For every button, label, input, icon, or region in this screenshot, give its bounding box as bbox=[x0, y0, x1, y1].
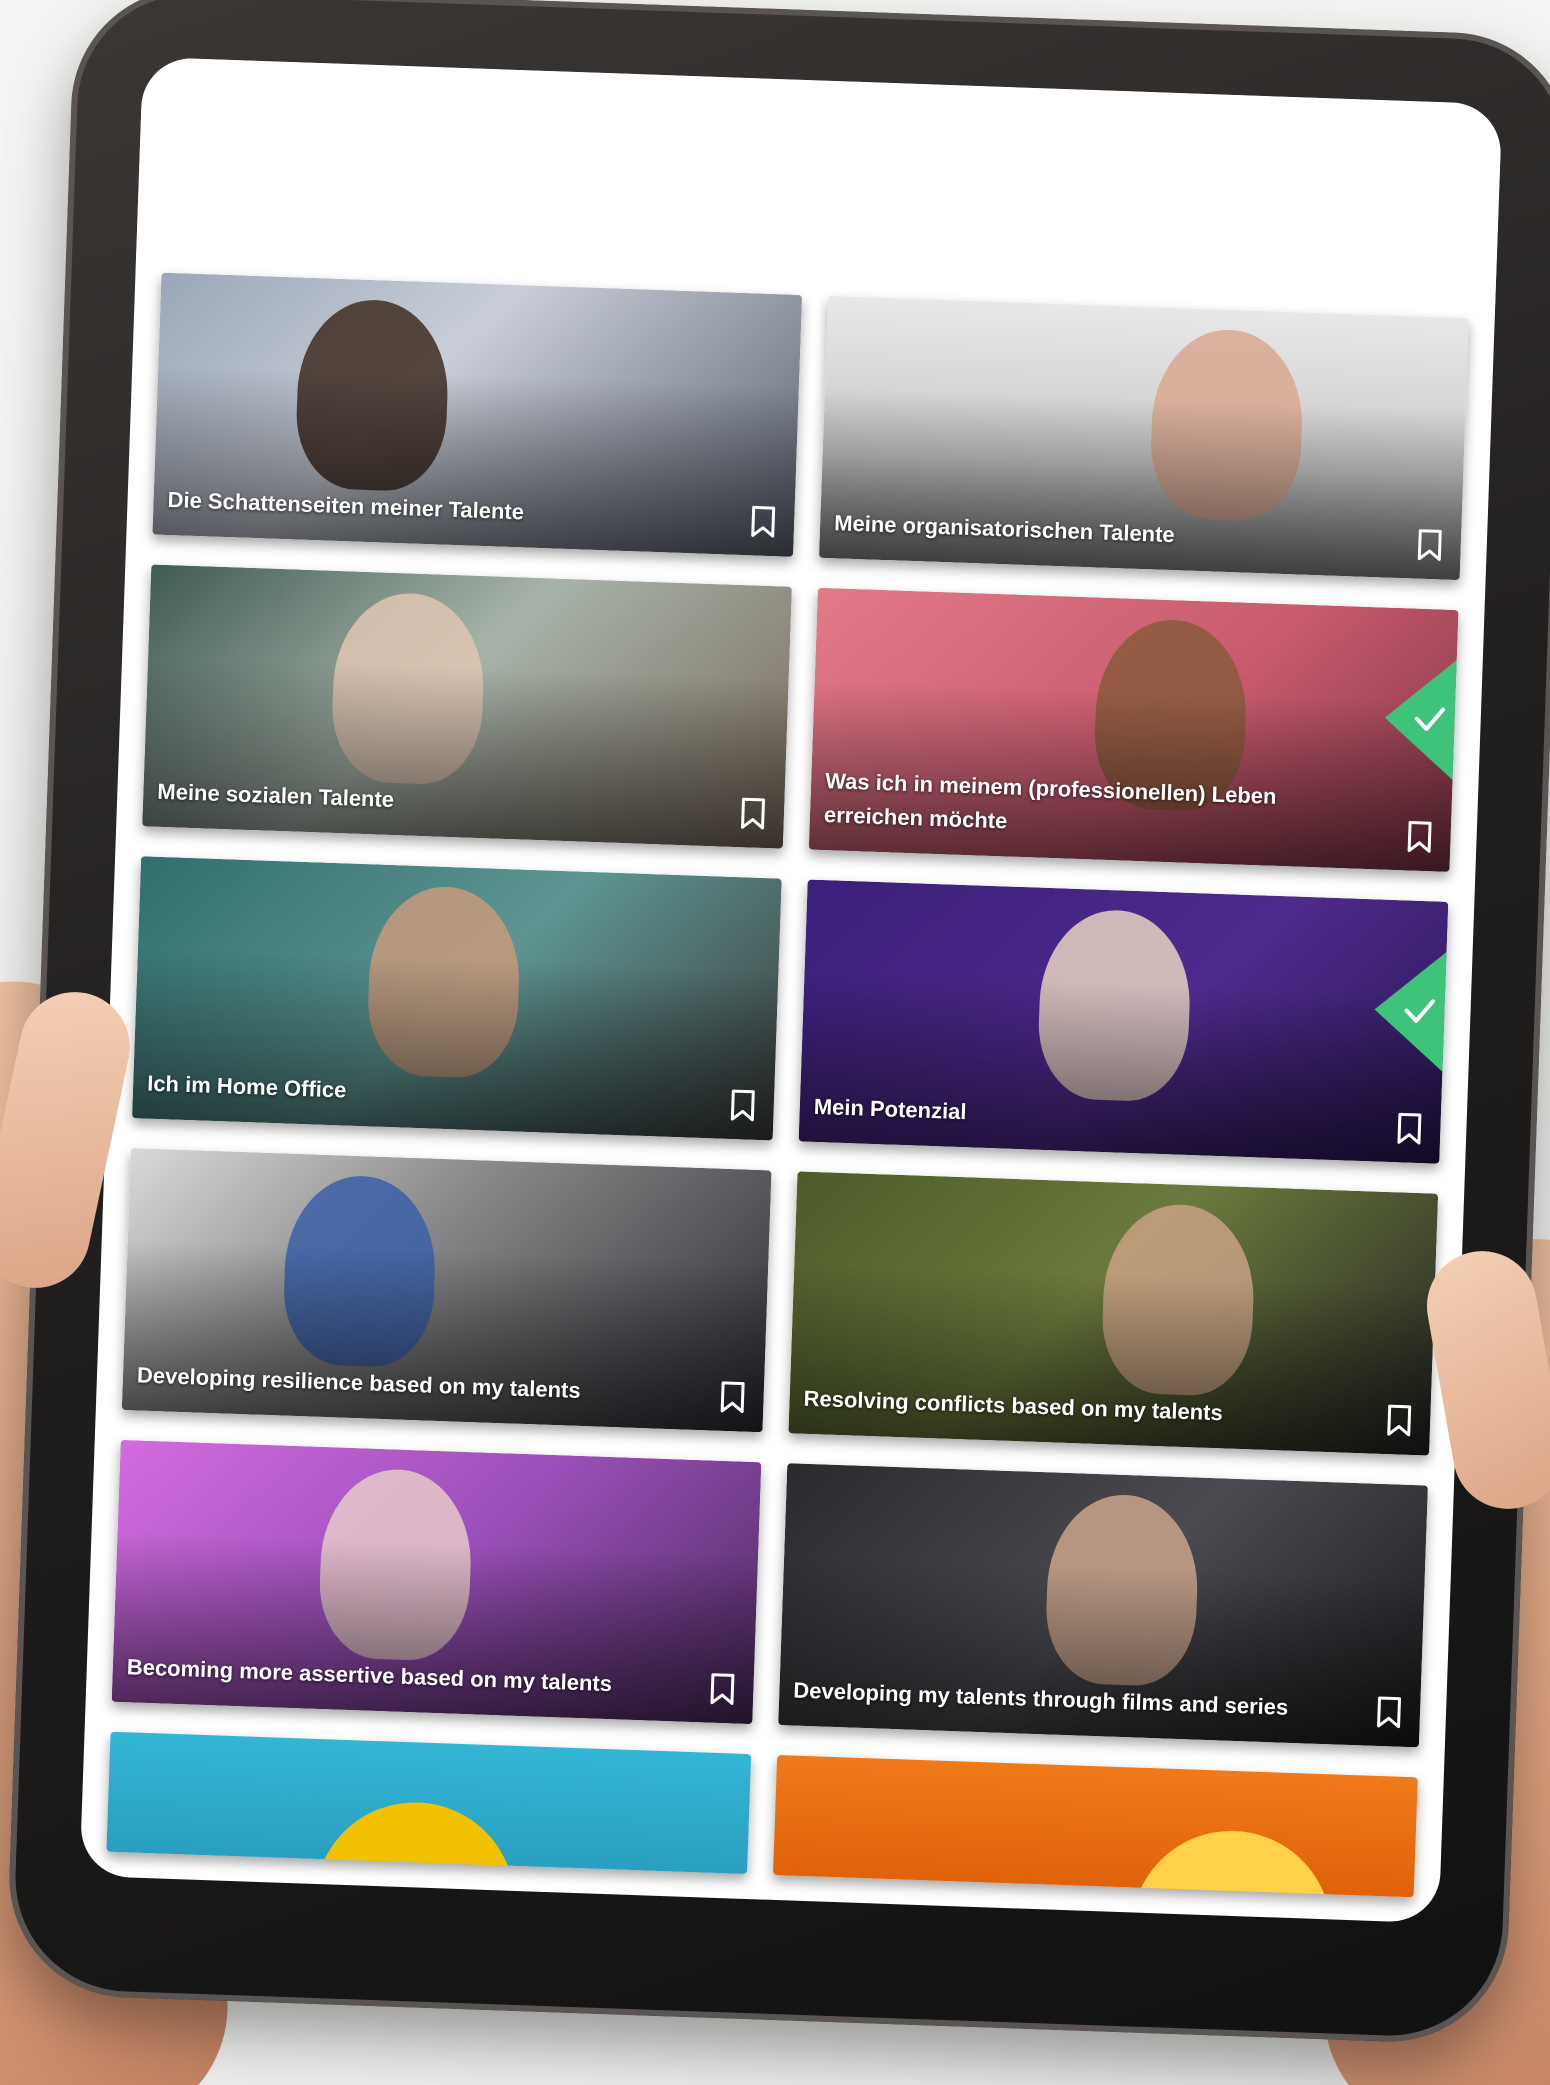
course-card[interactable]: Ich im Home Office bbox=[132, 856, 782, 1141]
bookmark-icon[interactable] bbox=[719, 1381, 746, 1414]
bookmark-icon[interactable] bbox=[739, 797, 766, 830]
bookmark-icon[interactable] bbox=[1386, 1404, 1413, 1437]
course-card[interactable]: Becoming more assertive based on my tale… bbox=[111, 1439, 762, 1725]
course-card-partial-art bbox=[1127, 1827, 1335, 1898]
course-card[interactable]: Developing my talents through films and … bbox=[778, 1463, 1428, 1748]
course-grid-partial bbox=[80, 1731, 1443, 1898]
course-card-partial[interactable] bbox=[106, 1731, 752, 1875]
course-card[interactable]: Die Schattenseiten meiner Talente bbox=[152, 272, 803, 557]
bookmark-icon[interactable] bbox=[1416, 529, 1443, 562]
course-card-partial-art bbox=[311, 1799, 519, 1875]
bookmark-icon[interactable] bbox=[1375, 1696, 1402, 1729]
tablet-screen: Die Schattenseiten meiner Talente Meine o… bbox=[79, 56, 1503, 1924]
bookmark-icon[interactable] bbox=[1406, 820, 1433, 853]
course-card[interactable]: Mein Potenzial bbox=[798, 879, 1449, 1164]
course-grid: Die Schattenseiten meiner Talente Meine o… bbox=[86, 272, 1495, 1749]
check-icon bbox=[1374, 951, 1447, 1072]
check-icon bbox=[1384, 660, 1457, 780]
bookmark-icon[interactable] bbox=[750, 505, 777, 538]
course-card[interactable]: Was ich in meinem (professionellen) Lebe… bbox=[808, 587, 1459, 872]
photo-stage: Die Schattenseiten meiner Talente Meine o… bbox=[0, 0, 1550, 2085]
course-card[interactable]: Developing resilience based on my talent… bbox=[121, 1148, 772, 1433]
bookmark-icon[interactable] bbox=[729, 1089, 756, 1122]
bookmark-icon[interactable] bbox=[1396, 1112, 1423, 1145]
course-card[interactable]: Meine sozialen Talente bbox=[142, 564, 792, 849]
course-card[interactable]: Meine organisatorischen Talente bbox=[818, 295, 1469, 581]
course-card-partial[interactable] bbox=[772, 1755, 1418, 1898]
course-card[interactable]: Resolving conflicts based on my talents bbox=[788, 1171, 1439, 1456]
bookmark-icon[interactable] bbox=[709, 1673, 736, 1706]
tablet-device: Die Schattenseiten meiner Talente Meine o… bbox=[5, 0, 1550, 2046]
